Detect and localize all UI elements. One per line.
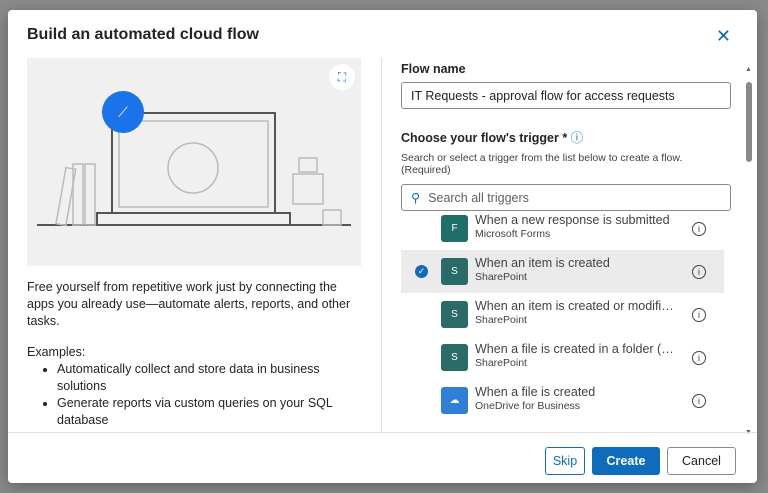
svg-text:⟋: ⟋	[118, 104, 128, 120]
footer-divider	[8, 432, 757, 433]
onedrive-icon: ☁	[441, 387, 468, 414]
sharepoint-icon: S	[441, 301, 468, 328]
skip-button[interactable]: Skip	[545, 447, 585, 475]
trigger-label: Choose your flow's trigger * ⓘ	[401, 127, 731, 146]
flow-form: Flow name IT Requests - approval flow fo…	[401, 62, 731, 211]
trigger-hint: Search or select a trigger from the list…	[401, 152, 683, 176]
flow-name-input[interactable]: IT Requests - approval flow for access r…	[401, 82, 731, 109]
trigger-connector: SharePoint	[475, 357, 527, 369]
build-flow-dialog: Build an automated cloud flow ✕ ⟋ ⛶ Free…	[8, 10, 757, 483]
dialog-title: Build an automated cloud flow	[27, 26, 259, 43]
scrollbar[interactable]: ▲ ▼	[745, 66, 753, 436]
examples-label: Examples:	[27, 345, 86, 359]
create-button[interactable]: Create	[592, 447, 660, 475]
search-icon: ⚲	[411, 191, 421, 205]
scroll-up-icon[interactable]: ▲	[745, 66, 752, 73]
trigger-name: When an item is created	[475, 256, 610, 270]
trigger-item[interactable]: S When an item is created or modified Sha…	[401, 293, 724, 336]
info-icon[interactable]: i	[692, 393, 706, 408]
trigger-name: When a new response is submitted	[475, 213, 670, 227]
trigger-connector: SharePoint	[475, 314, 527, 326]
info-icon[interactable]: i	[692, 350, 706, 365]
laptop-illustration: ⟋	[37, 91, 351, 227]
trigger-name: When a file is created	[475, 385, 596, 399]
trigger-item[interactable]: F When a new response is submitted Micros…	[401, 207, 724, 250]
trigger-item[interactable]: S When a file is created in a folder (de…	[401, 336, 724, 379]
divider	[381, 58, 382, 432]
expand-icon[interactable]: ⛶	[329, 64, 355, 90]
trigger-name: When a file is created in a folder (de..…	[475, 342, 675, 356]
close-icon[interactable]: ✕	[716, 26, 731, 47]
info-icon[interactable]: i	[692, 264, 706, 279]
trigger-item-selected[interactable]: ✓ S When an item is created SharePoint i	[401, 250, 724, 293]
info-icon[interactable]: i	[692, 221, 706, 236]
illustration: ⟋ ⛶	[27, 58, 361, 266]
intro-text: Free yourself from repetitive work just …	[27, 280, 351, 328]
trigger-name: When an item is created or modified	[475, 299, 675, 313]
info-icon[interactable]: i	[692, 307, 706, 322]
cancel-button[interactable]: Cancel	[667, 447, 736, 475]
scrollbar-thumb[interactable]	[746, 82, 752, 162]
info-icon[interactable]: ⓘ	[571, 131, 584, 145]
example-item: Automatically collect and store data in …	[57, 361, 367, 395]
checkmark-icon: ✓	[415, 265, 428, 278]
trigger-label-text: Choose your flow's trigger *	[401, 131, 568, 145]
trigger-connector: OneDrive for Business	[475, 400, 581, 412]
example-item: Generate reports via custom queries on y…	[57, 395, 367, 429]
search-placeholder: Search all triggers	[428, 190, 529, 205]
trigger-connector: SharePoint	[475, 271, 527, 283]
sharepoint-icon: S	[441, 344, 468, 371]
flow-name-label: Flow name	[401, 62, 466, 76]
sharepoint-icon: S	[441, 258, 468, 285]
trigger-item[interactable]: ☁ When a file is created OneDrive for Bus…	[401, 379, 724, 422]
forms-icon: F	[441, 215, 468, 242]
trigger-connector: Microsoft Forms	[475, 228, 551, 240]
description: Free yourself from repetitive work just …	[27, 279, 367, 429]
